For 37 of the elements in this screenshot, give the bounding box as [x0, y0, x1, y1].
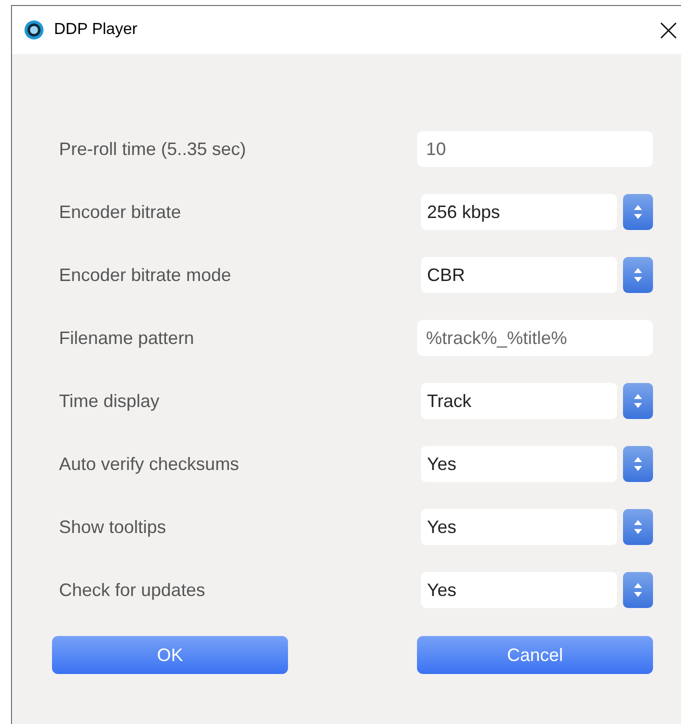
up-down-icon [633, 204, 643, 220]
up-down-icon [633, 456, 643, 472]
setting-label: Encoder bitrate [59, 200, 182, 224]
window-title: DDP Player [54, 20, 138, 40]
dropdown[interactable]: CBR [417, 257, 653, 293]
up-down-icon [633, 393, 643, 409]
text-field[interactable]: %track%_%title% [417, 320, 653, 356]
dropdown[interactable]: Yes [417, 509, 653, 545]
text-field[interactable]: 10 [417, 131, 653, 167]
dropdown-value: Yes [421, 572, 617, 608]
up-down-icon [633, 582, 643, 598]
dropdown-value: Yes [421, 446, 617, 482]
spinner-button[interactable] [623, 572, 653, 608]
spinner-button[interactable] [623, 509, 653, 545]
dropdown[interactable]: 256 kbps [417, 194, 653, 230]
dropdown-value: 256 kbps [421, 194, 617, 230]
setting-label: Show tooltips [59, 516, 168, 539]
app-logo-icon [24, 20, 44, 40]
dropdown-value: Yes [421, 509, 617, 545]
dropdown-value: CBR [421, 257, 617, 293]
spinner-button[interactable] [623, 446, 653, 482]
up-down-icon [633, 267, 643, 283]
setting-label: Pre-roll time (5..35 sec) [59, 138, 248, 161]
setting-label: Encoder bitrate mode [59, 264, 232, 286]
setting-label: Auto verify checksums [59, 452, 240, 476]
up-down-icon [633, 519, 643, 535]
dropdown[interactable]: Yes [417, 572, 653, 608]
dropdown[interactable]: Yes [417, 446, 653, 482]
dropdown-value: Track [421, 383, 617, 419]
dropdown[interactable]: Track [417, 383, 653, 419]
spinner-button[interactable] [623, 383, 653, 419]
spinner-button[interactable] [623, 257, 653, 293]
setting-label: Time display [59, 390, 160, 413]
close-icon [660, 22, 676, 38]
setting-label: Filename pattern [59, 326, 196, 350]
setting-label: Check for updates [59, 578, 206, 602]
spinner-button[interactable] [623, 194, 653, 230]
